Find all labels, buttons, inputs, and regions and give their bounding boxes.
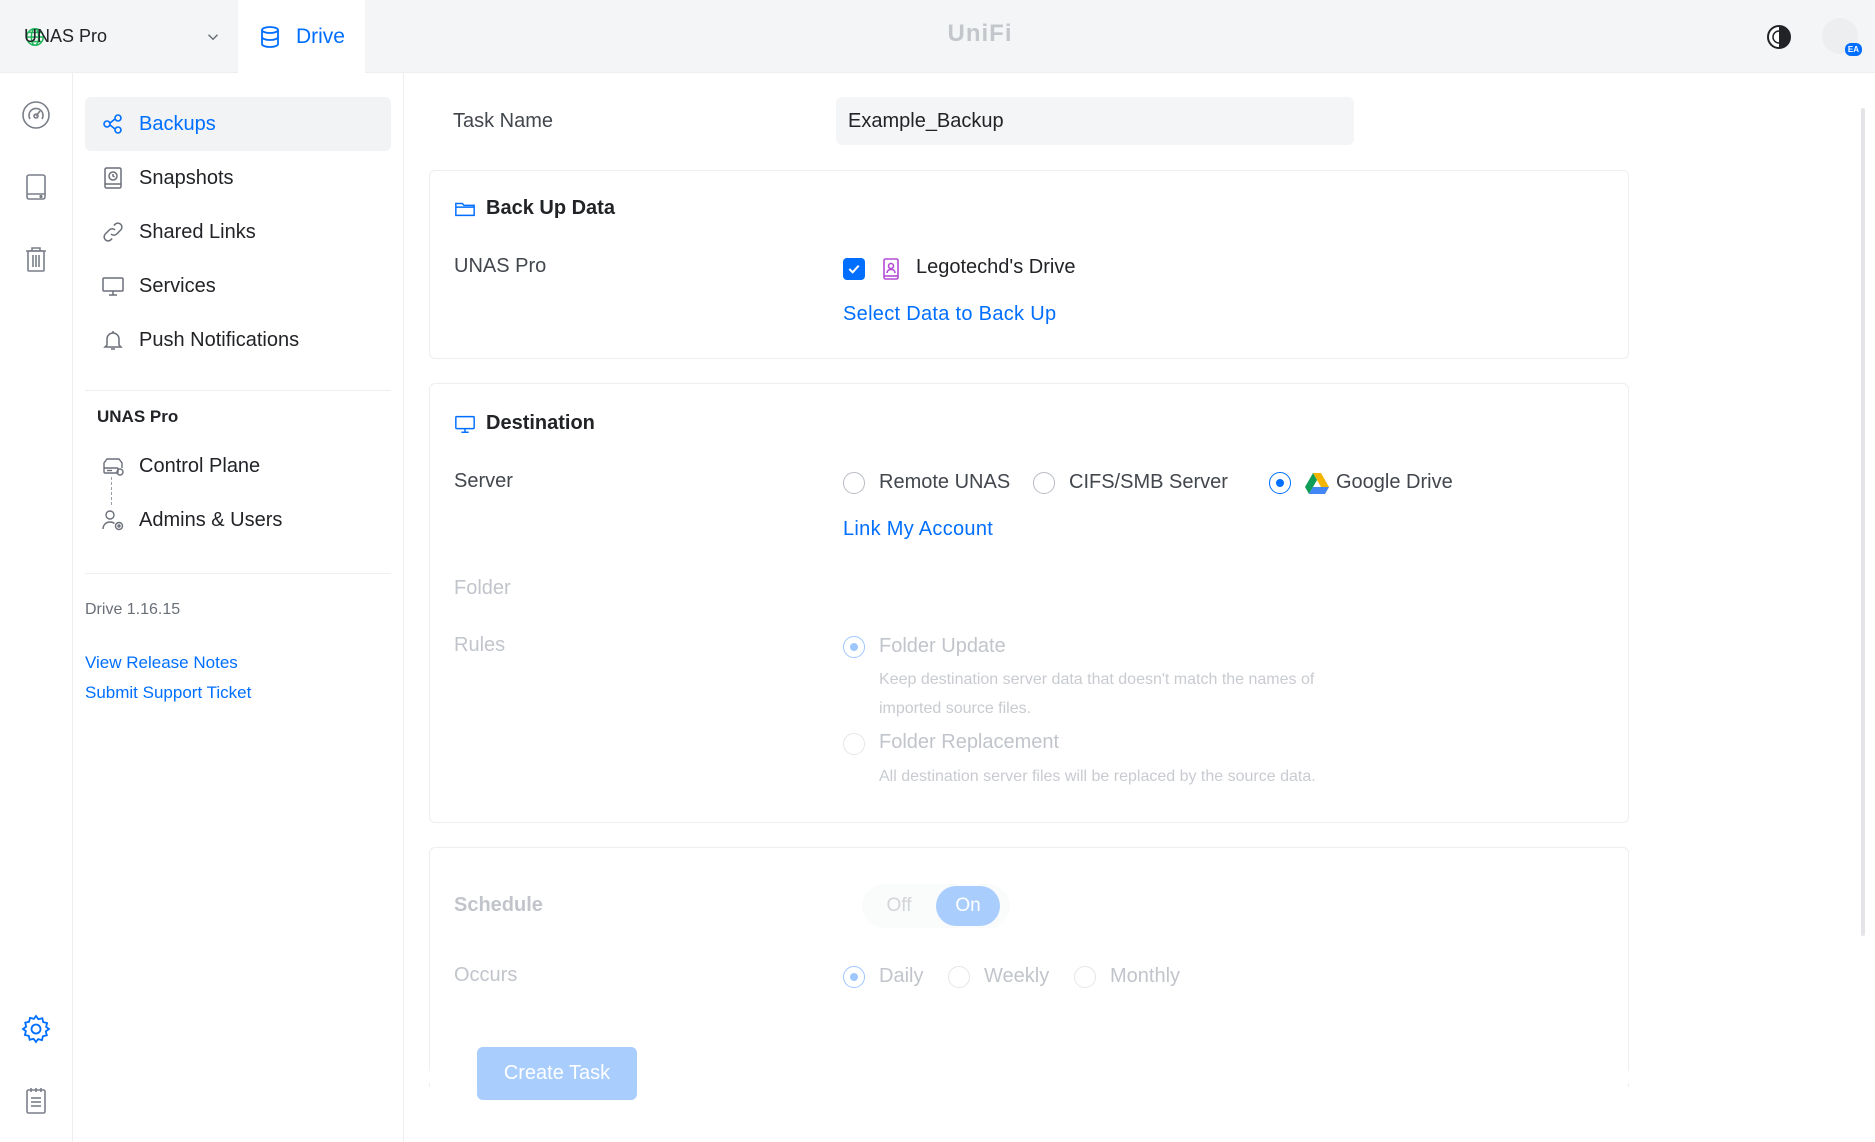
site-switcher[interactable]: UNAS Pro (0, 0, 238, 73)
avatar-badge: EA (1844, 43, 1862, 56)
sidebar-item-label: Admins & Users (139, 508, 283, 531)
snapshots-icon (104, 167, 122, 189)
monitor-icon (102, 277, 124, 296)
drive-icon[interactable] (20, 171, 52, 203)
rule-folder-replacement-desc: All destination server files will be rep… (879, 768, 1316, 785)
control-plane-icon (103, 458, 124, 476)
app-version: Drive 1.16.15 (85, 601, 181, 618)
unifi-logo: UniFi (947, 20, 1013, 47)
rule-folder-update[interactable]: Folder Update (879, 635, 1006, 658)
support-ticket-link[interactable]: Submit Support Ticket (85, 683, 251, 703)
schedule-toggle[interactable]: Off On (862, 884, 1010, 928)
bell-icon (103, 331, 123, 350)
select-data-link[interactable]: Select Data to Back Up (843, 303, 1056, 326)
section-title: UNAS Pro (97, 407, 179, 426)
sidebar-item-label: Shared Links (139, 220, 256, 243)
schedule-label: Schedule (454, 894, 543, 916)
theme-toggle-button[interactable] (1764, 22, 1794, 52)
schedule-toggle-on[interactable]: On (936, 886, 1000, 926)
task-name-label: Task Name (453, 110, 554, 132)
task-name-input[interactable] (836, 97, 1354, 145)
occurs-label: Occurs (454, 964, 518, 986)
folder-icon (455, 202, 475, 216)
sidebar-item-label: Backups (139, 112, 216, 135)
monitor-icon (455, 415, 475, 433)
rule-folder-update-desc: Keep destination server data that doesn'… (879, 671, 1315, 717)
sidebar-item-label: Snapshots (139, 166, 234, 189)
card-title: Destination (454, 412, 595, 435)
card-title: Back Up Data (454, 197, 615, 220)
server-option-remote-unas-radio[interactable] (843, 472, 865, 494)
dashboard-icon[interactable] (20, 99, 52, 131)
occurs-monthly[interactable]: Monthly (1110, 965, 1180, 988)
scrollbar[interactable] (1861, 108, 1865, 936)
sidebar-item-backups[interactable]: Backups (85, 97, 391, 151)
sidebar-item-snapshots[interactable]: Snapshots (85, 151, 391, 205)
icon-rail (0, 73, 73, 1142)
drive-checkbox[interactable] (843, 258, 865, 280)
tab-drive-label: Drive (295, 24, 345, 48)
checkmark-icon (848, 264, 860, 274)
avatar[interactable]: EA (1822, 18, 1862, 56)
schedule-toggle-off[interactable]: Off (862, 884, 936, 928)
site-name: UNAS Pro (24, 26, 108, 46)
card-title-text: Back Up Data (486, 197, 615, 219)
rule-folder-replacement[interactable]: Folder Replacement (879, 731, 1059, 754)
occurs-weekly[interactable]: Weekly (984, 965, 1049, 988)
server-option-google-drive-radio[interactable] (1269, 472, 1291, 494)
release-notes-link[interactable]: View Release Notes (85, 653, 238, 673)
backups-icon (103, 114, 122, 134)
server-option-remote-unas[interactable]: Remote UNAS (879, 471, 1010, 494)
server-option-google-drive[interactable]: Google Drive (1336, 471, 1453, 494)
main-content: Task Name Back Up Data UNAS Pro Legotech… (405, 73, 1875, 1142)
server-option-cifs-radio[interactable] (1033, 472, 1055, 494)
sidebar-item-label: Services (139, 274, 216, 297)
card-title-text: Destination (486, 412, 595, 434)
tab-drive[interactable]: Drive (238, 0, 365, 73)
user-drive-icon (883, 258, 899, 280)
rules-label: Rules (454, 634, 506, 656)
source-label: UNAS Pro (454, 255, 547, 277)
sidebar-item-services[interactable]: Services (85, 259, 391, 313)
users-icon (102, 510, 124, 531)
folder-label: Folder (454, 577, 511, 599)
google-drive-icon (1305, 473, 1329, 494)
sidebar-divider (85, 573, 391, 574)
create-task-button[interactable]: Create Task (477, 1047, 637, 1100)
occurs-monthly-radio[interactable] (1074, 966, 1096, 988)
settings-icon[interactable] (20, 1013, 52, 1045)
occurs-weekly-radio[interactable] (948, 966, 970, 988)
sidebar-item-control-plane[interactable]: Control Plane (85, 439, 391, 493)
rule-folder-replacement-radio[interactable] (843, 733, 865, 755)
sidebar-item-shared-links[interactable]: Shared Links (85, 205, 391, 259)
link-account-link[interactable]: Link My Account (843, 518, 993, 541)
sidebar-divider (85, 390, 391, 391)
trash-icon[interactable] (20, 243, 52, 275)
occurs-daily-radio[interactable] (843, 966, 865, 988)
sidebar-item-label: Push Notifications (139, 328, 300, 351)
sidebar-item-push-notifications[interactable]: Push Notifications (85, 313, 391, 367)
destination-card: Destination Server Remote UNAS CIFS/SMB … (429, 383, 1629, 823)
rule-folder-update-radio[interactable] (843, 636, 865, 658)
drive-name: Legotechd's Drive (916, 256, 1076, 278)
database-icon (261, 25, 279, 48)
top-bar: UNAS Pro Drive UniFi EA (0, 0, 1875, 73)
sidebar-item-label: Control Plane (139, 454, 261, 477)
logs-icon[interactable] (20, 1085, 52, 1117)
sidebar-item-admins-users[interactable]: Admins & Users (85, 493, 391, 547)
backup-data-card: Back Up Data UNAS Pro Legotechd's Drive … (429, 170, 1629, 359)
server-option-cifs[interactable]: CIFS/SMB Server (1069, 471, 1228, 494)
link-icon (103, 222, 123, 242)
contrast-icon (1767, 25, 1791, 49)
server-label: Server (454, 470, 513, 492)
sidebar: Backups Snapshots Shared Links Services … (73, 73, 404, 1142)
occurs-daily[interactable]: Daily (879, 965, 923, 988)
chevron-down-icon (207, 34, 219, 41)
